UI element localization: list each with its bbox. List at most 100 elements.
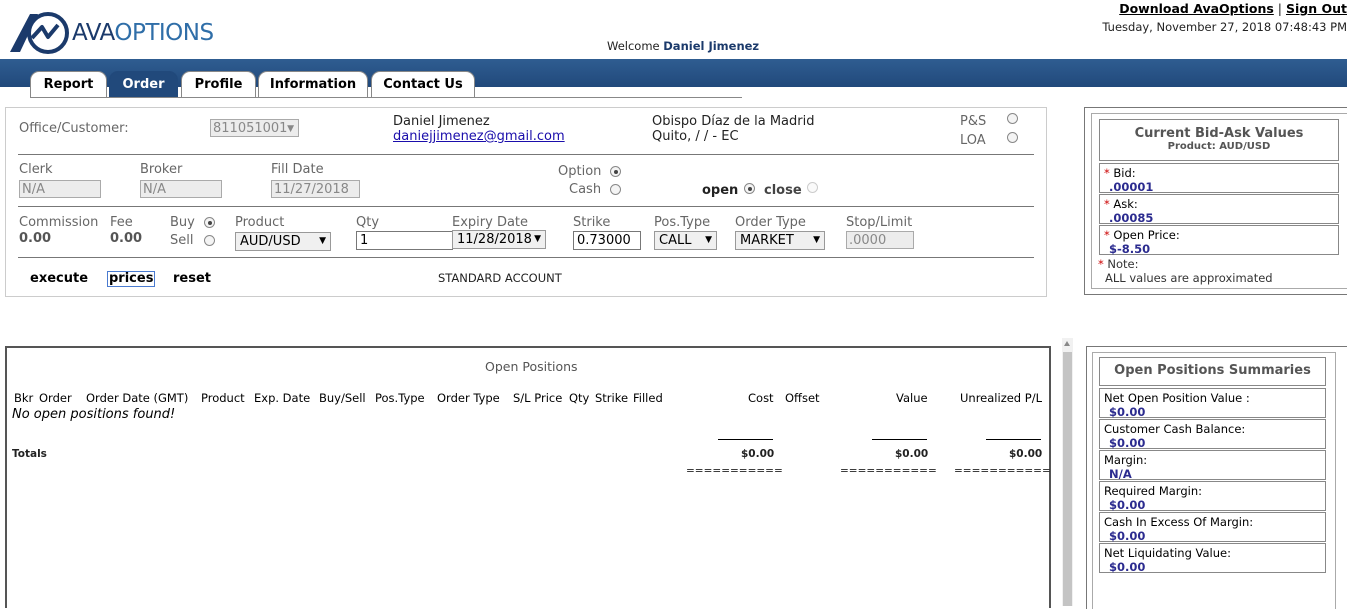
close-radio[interactable] (807, 182, 818, 193)
fee-value: 0.00 (110, 231, 143, 246)
current-datetime: Tuesday, November 27, 2018 07:48:43 PM (1102, 20, 1347, 34)
sell-radio[interactable] (204, 235, 215, 246)
summary-label: Net Open Position Value : (1104, 391, 1250, 405)
ask-cell: * Ask: .00085 (1099, 194, 1339, 225)
open-price-value: $-8.50 (1109, 242, 1151, 256)
execute-button[interactable]: execute (30, 271, 88, 286)
summary-cell: Customer Cash Balance: $0.00 (1099, 419, 1326, 450)
col-header: Product (201, 391, 245, 405)
tab-report[interactable]: Report (30, 71, 107, 98)
brand-logo: AVAOPTIONS (8, 11, 218, 55)
col-header: Bkr (14, 391, 34, 405)
summaries-title: Open Positions Summaries (1114, 363, 1311, 378)
ps-radio[interactable] (1007, 113, 1018, 124)
pl-total: $0.00 (1009, 448, 1043, 460)
scroll-up-icon[interactable] (1064, 341, 1070, 346)
open-price-cell: * Open Price: $-8.50 (1099, 225, 1339, 256)
col-header: S/L Price (513, 391, 563, 405)
summary-label: Margin: (1104, 453, 1148, 467)
customer-email-link[interactable]: daniejjimenez@gmail.com (393, 129, 565, 144)
broker-field[interactable]: N/A (140, 180, 222, 198)
open-positions-panel (5, 346, 1051, 608)
chevron-down-icon: ▼ (705, 235, 712, 245)
col-header: Order (39, 391, 72, 405)
col-header: Pos.Type (375, 391, 425, 405)
required-asterisk: * (1104, 166, 1110, 180)
value-double-line: =========== (840, 465, 937, 477)
summary-label: Cash In Excess Of Margin: (1104, 515, 1254, 529)
summary-value: $0.00 (1109, 529, 1146, 543)
bid-ask-title: Current Bid-Ask Values (1134, 126, 1304, 141)
divider (18, 257, 1034, 258)
strike-input[interactable]: 0.73000 (573, 231, 641, 250)
cash-radio[interactable] (610, 184, 621, 195)
pos-type-label: Pos.Type (654, 215, 711, 230)
cash-label: Cash (569, 182, 602, 197)
tab-contact-us[interactable]: Contact Us (371, 71, 475, 98)
required-asterisk: * (1098, 257, 1104, 271)
office-label: Office/Customer: (19, 121, 129, 136)
open-label: open (702, 183, 739, 198)
download-link[interactable]: Download AvaOptions (1119, 1, 1274, 16)
stop-limit-label: Stop/Limit (846, 215, 913, 230)
summary-cell: Required Margin: $0.00 (1099, 481, 1326, 512)
col-header: Cost (748, 391, 774, 405)
office-select[interactable]: 811051001 ▼ (210, 119, 299, 137)
open-radio[interactable] (744, 183, 755, 194)
order-type-select[interactable]: MARKET ▼ (735, 231, 825, 250)
col-header: Qty (569, 391, 590, 405)
scroll-thumb[interactable] (1063, 352, 1072, 606)
summary-value: $0.00 (1109, 436, 1146, 450)
tab-order[interactable]: Order (109, 71, 178, 98)
broker-label: Broker (140, 162, 183, 177)
qty-input[interactable]: 1 (356, 231, 453, 250)
account-type: STANDARD ACCOUNT (438, 271, 562, 285)
address-line2: Quito, / / - EC (652, 129, 739, 144)
col-header: Exp. Date (254, 391, 311, 405)
tab-information[interactable]: Information (258, 71, 368, 98)
ask-value: .00085 (1109, 211, 1154, 225)
col-header: Strike (595, 391, 629, 405)
open-positions-title: Open Positions (485, 359, 578, 374)
col-header: Order Date (GMT) (86, 391, 189, 405)
tab-profile[interactable]: Profile (181, 71, 256, 98)
col-header: Filled (633, 391, 663, 405)
vertical-scrollbar[interactable] (1062, 338, 1073, 606)
fill-date-field[interactable]: 11/27/2018 (271, 180, 360, 198)
product-select[interactable]: AUD/USD ▼ (235, 232, 331, 251)
clerk-field[interactable]: N/A (19, 180, 101, 198)
summary-cell: Net Liquidating Value: $0.00 (1099, 543, 1326, 574)
summary-cell: Cash In Excess Of Margin: $0.00 (1099, 512, 1326, 543)
bid-ask-note: * Note: ALL values are approximated (1098, 257, 1273, 285)
col-header: Order Type (437, 391, 500, 405)
col-header: Buy/Sell (319, 391, 366, 405)
summary-cell: Net Open Position Value : $0.00 (1099, 388, 1326, 419)
product-label: Product (235, 215, 285, 230)
pl-double-line: =========== (954, 465, 1051, 477)
buy-radio[interactable] (204, 217, 215, 228)
bid-ask-product: Product: AUD/USD (1167, 141, 1271, 152)
commission-label: Commission (19, 215, 99, 230)
qty-label: Qty (356, 215, 380, 230)
reset-button[interactable]: reset (173, 271, 211, 286)
totals-label: Totals (12, 448, 47, 460)
order-type-value: MARKET (740, 233, 794, 248)
stop-limit-field[interactable]: .0000 (846, 231, 914, 249)
loa-label: LOA (960, 133, 986, 148)
pos-type-select[interactable]: CALL ▼ (654, 231, 717, 250)
sum-underline (986, 439, 1041, 440)
open-price-label: Open Price: (1113, 228, 1180, 242)
welcome-prefix: Welcome (607, 39, 660, 53)
summary-cell: Margin: N/A (1099, 450, 1326, 481)
welcome-text: Welcome Daniel Jimenez (607, 39, 759, 53)
divider (18, 154, 1034, 155)
prices-button[interactable]: prices (107, 271, 156, 287)
expiry-select[interactable]: 11/28/2018 ▼ (452, 230, 546, 249)
ask-label: Ask: (1113, 197, 1138, 211)
chevron-down-icon: ▼ (534, 234, 541, 244)
sign-out-link[interactable]: Sign Out (1286, 1, 1347, 16)
pos-type-value: CALL (659, 233, 692, 248)
loa-radio[interactable] (1007, 132, 1018, 143)
summary-label: Customer Cash Balance: (1104, 422, 1246, 436)
option-radio[interactable] (610, 166, 621, 177)
